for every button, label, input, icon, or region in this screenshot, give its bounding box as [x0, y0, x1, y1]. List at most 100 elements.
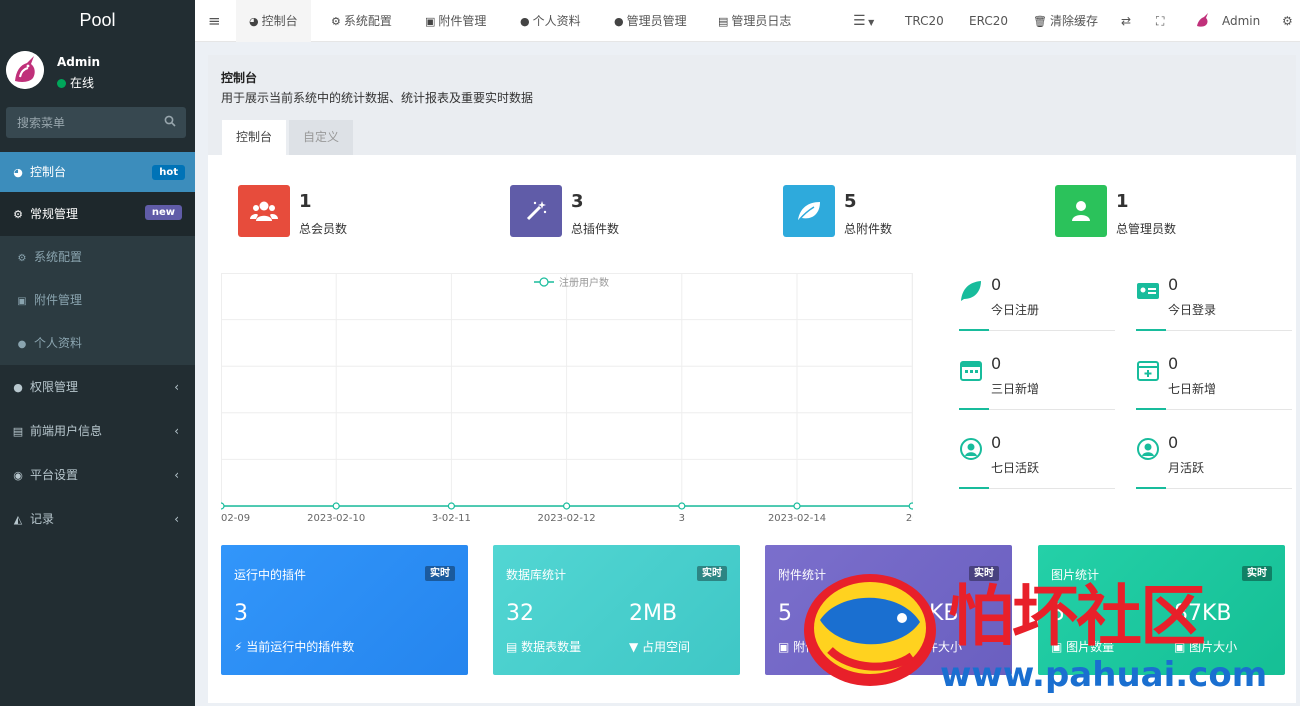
sidebar-item-dashboard[interactable]: ◕ 控制台 hot	[0, 152, 195, 192]
circle-dot-icon: ◉	[13, 469, 23, 482]
x-tick-label: 20	[906, 513, 913, 523]
sidebar-item-label: 记录	[30, 512, 55, 526]
tab-system-config[interactable]: ⚙ 系统配置	[331, 0, 392, 42]
sidebar-item-general[interactable]: ⚙ 常规管理 new	[0, 192, 195, 236]
stat-icon-box	[1055, 185, 1107, 237]
tab-admin-manage[interactable]: ● 管理员管理	[614, 0, 687, 42]
data-point	[678, 502, 686, 510]
x-tick-label: 2023-02-14	[768, 513, 826, 523]
user-icon: ●	[614, 15, 624, 28]
tab-label: 控制台	[261, 14, 298, 28]
stat-icon-box	[238, 185, 290, 237]
mini-stat-label: 七日新增	[1168, 382, 1217, 396]
user-circle-icon	[960, 438, 982, 460]
trc20-link[interactable]: TRC20	[905, 0, 944, 42]
menu-search-input[interactable]	[6, 107, 186, 138]
menu-search	[6, 107, 186, 138]
card-caption: ▤ 数据表数量	[506, 638, 581, 655]
tab-label: 个人资料	[532, 14, 581, 28]
cog-icon: ⚙	[17, 253, 27, 264]
list-icon: ☰	[853, 13, 866, 29]
stat-label: 总会员数	[299, 222, 348, 236]
sidebar-item-frontend-users[interactable]: ▤ 前端用户信息 ‹	[0, 409, 195, 453]
more-tabs-dropdown[interactable]: ☰ ▼	[853, 0, 874, 42]
mini-stat-value: 0	[991, 275, 1002, 294]
image-icon: ▣	[17, 296, 27, 307]
language-icon[interactable]: ⇄	[1121, 0, 1131, 42]
mini-stat-seven-day-active: 0 七日活跃	[959, 433, 1115, 489]
mini-stat-today-login: 0 今日登录	[1136, 275, 1292, 331]
tab-label: 系统配置	[343, 14, 392, 28]
data-point	[332, 502, 340, 510]
leaf-icon	[798, 202, 820, 221]
realtime-tag: 实时	[697, 566, 727, 581]
mini-stat-value: 0	[991, 354, 1002, 373]
registration-chart-svg: 02-09 2023-02-10 3-02-11 2023-02-12 3 2023-02…	[217, 273, 1028, 524]
admin-name: Admin	[1222, 14, 1261, 28]
calendar-icon	[960, 361, 982, 381]
id-card-icon	[1137, 283, 1159, 299]
online-dot-icon	[57, 79, 66, 88]
tab-admin-log[interactable]: ▤ 管理员日志	[718, 0, 791, 42]
stat-value: 1	[1116, 191, 1129, 212]
mini-stat-value: 0	[1168, 275, 1179, 294]
mini-stat-label: 今日登录	[1168, 303, 1217, 317]
sidebar-menu: ◕ 控制台 hot ⚙ 常规管理 new ⚙ 系统配置 ▣ 附件管理 ● 个人资料 ● 权限…	[0, 152, 195, 541]
erc20-link[interactable]: ERC20	[969, 0, 1008, 42]
legend-marker	[539, 277, 549, 287]
clear-cache-button[interactable]: 🗑 清除缓存	[1033, 0, 1098, 42]
tab-label: 管理员管理	[626, 14, 687, 28]
area-chart-icon: ◭	[13, 513, 23, 526]
sidebar-item-attachments[interactable]: ▣ 附件管理	[0, 279, 195, 322]
unicorn-avatar-icon	[6, 51, 44, 89]
watermark-url: www.pahuai.com	[940, 655, 1268, 695]
admin-user-menu[interactable]: Admin	[1194, 0, 1260, 42]
card-database-stats: 数据库统计 实时 32 2MB ▤ 数据表数量 ▼ 占用空间	[493, 545, 740, 675]
mini-stat-label: 今日注册	[991, 303, 1040, 317]
sidebar-item-records[interactable]: ◭ 记录 ‹	[0, 497, 195, 541]
filter-icon: ▼	[629, 640, 643, 654]
brand-logo[interactable]: Pool	[0, 0, 195, 42]
user-circle-icon	[1137, 438, 1159, 460]
tab-label: 管理员日志	[731, 14, 792, 28]
fullscreen-icon[interactable]: ⛶	[1156, 0, 1164, 42]
sidebar-item-platform-settings[interactable]: ◉ 平台设置 ‹	[0, 453, 195, 497]
image-icon: ▣	[425, 15, 436, 28]
sidebar-item-system-config[interactable]: ⚙ 系统配置	[0, 236, 195, 279]
progress-line	[959, 329, 1115, 331]
dashboard-icon: ◕	[249, 15, 259, 28]
menu-toggle-icon[interactable]: ≡	[208, 0, 221, 42]
card-title: 数据库统计	[506, 568, 567, 582]
chevron-left-icon: ‹	[174, 468, 179, 482]
tab-console[interactable]: 控制台	[222, 120, 287, 155]
data-point	[447, 502, 455, 510]
stat-label: 总插件数	[571, 222, 620, 236]
card-caption-text: 占用空间	[642, 640, 691, 654]
stat-value: 1	[299, 191, 312, 212]
sidebar-item-profile[interactable]: ● 个人资料	[0, 322, 195, 365]
unicorn-avatar-icon	[1194, 11, 1212, 29]
settings-cogs-icon[interactable]: ⚙	[1282, 0, 1293, 42]
avatar[interactable]	[6, 51, 44, 89]
card-value: 3	[234, 601, 248, 626]
legend-label: 注册用户数	[559, 276, 609, 289]
tab-custom[interactable]: 自定义	[289, 120, 354, 155]
stat-value: 5	[844, 191, 857, 212]
x-tick-label: 3-02-11	[432, 513, 471, 523]
tab-profile[interactable]: ● 个人资料	[520, 0, 581, 42]
mini-stat-label: 三日新增	[991, 382, 1040, 396]
search-icon[interactable]	[164, 115, 176, 127]
stat-value: 3	[571, 191, 584, 212]
card-value-tables: 32	[506, 601, 534, 626]
page-title: 控制台	[221, 71, 258, 85]
tab-attachments[interactable]: ▣ 附件管理	[425, 0, 486, 42]
sidebar-item-permissions[interactable]: ● 权限管理 ‹	[0, 365, 195, 409]
new-badge: new	[144, 205, 182, 220]
tab-dashboard[interactable]: ◕ 控制台	[236, 0, 311, 42]
tab-label: 附件管理	[438, 14, 487, 28]
status-text: 在线	[70, 76, 95, 90]
stat-label: 总附件数	[844, 222, 893, 236]
card-caption: ▼ 占用空间	[629, 638, 690, 655]
chevron-left-icon: ‹	[174, 380, 179, 394]
progress-line	[959, 408, 1115, 410]
